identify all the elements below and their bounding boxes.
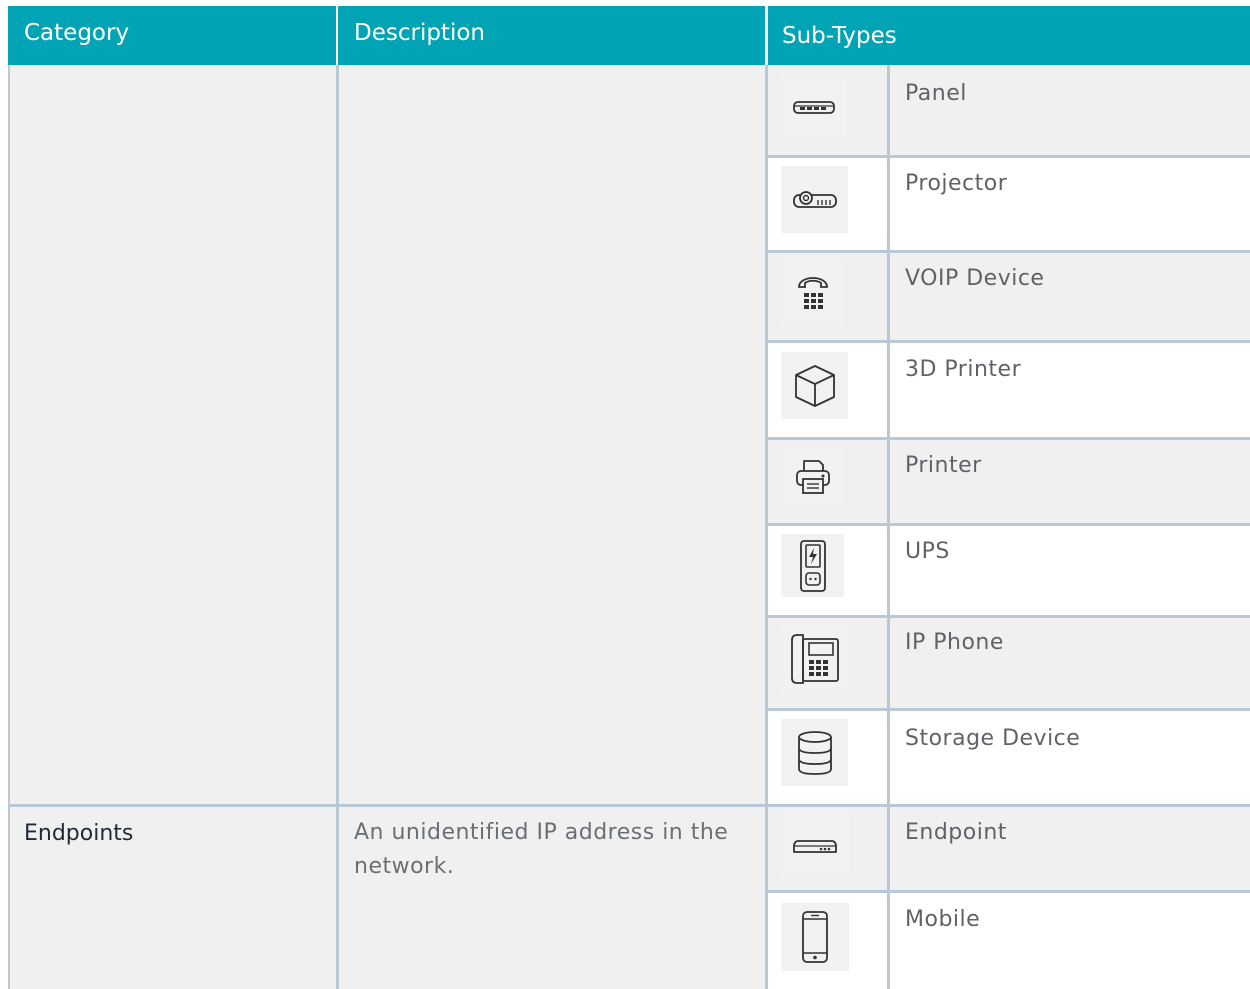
voip-phone-icon bbox=[781, 262, 844, 325]
ups-battery-icon bbox=[781, 534, 844, 597]
subtype-label-printer: Printer bbox=[905, 453, 982, 478]
column-divider bbox=[8, 65, 10, 989]
printer-icon bbox=[781, 448, 844, 505]
subtype-label-ip-phone: IP Phone bbox=[905, 630, 1004, 655]
row1-description-cell bbox=[338, 65, 765, 804]
header-description-label: Description bbox=[354, 20, 485, 46]
subtype-label-storage-device: Storage Device bbox=[905, 726, 1081, 751]
column-divider bbox=[336, 65, 339, 989]
subtype-label-panel: Panel bbox=[905, 81, 967, 106]
subtype-label-projector: Projector bbox=[905, 171, 1008, 196]
device-category-table: Category Description Sub-Types Panel Pro… bbox=[8, 6, 1250, 989]
ip-phone-icon bbox=[781, 626, 848, 692]
header-description: Description bbox=[338, 6, 765, 65]
row-divider bbox=[768, 340, 1250, 343]
row-divider bbox=[768, 437, 1250, 440]
subtype-label-endpoint: Endpoint bbox=[905, 820, 1007, 845]
subtype-label-mobile: Mobile bbox=[905, 907, 981, 932]
row-divider bbox=[768, 615, 1250, 618]
projector-icon bbox=[781, 166, 848, 233]
subtype-label-3d-printer: 3D Printer bbox=[905, 357, 1022, 382]
database-storage-icon bbox=[781, 719, 848, 786]
endpoint-device-icon bbox=[781, 814, 849, 875]
row2-category-label: Endpoints bbox=[24, 821, 134, 846]
column-divider bbox=[765, 65, 768, 989]
row-divider bbox=[768, 250, 1250, 253]
mobile-phone-icon bbox=[781, 903, 849, 971]
subtype-label-voip-device: VOIP Device bbox=[905, 266, 1045, 291]
row-divider bbox=[768, 708, 1250, 711]
header-subtypes: Sub-Types bbox=[768, 6, 1250, 65]
row-divider bbox=[8, 804, 1250, 807]
row1-category-cell bbox=[8, 65, 336, 804]
row-divider bbox=[768, 155, 1250, 158]
row2-description-cell: An unidentified IP address in the networ… bbox=[338, 807, 765, 989]
header-subtypes-label: Sub-Types bbox=[782, 23, 897, 49]
column-divider bbox=[887, 65, 890, 989]
subtype-label-ups: UPS bbox=[905, 539, 950, 564]
header-category-label: Category bbox=[24, 20, 130, 46]
3d-cube-icon bbox=[781, 352, 848, 419]
row2-category-cell: Endpoints bbox=[8, 807, 336, 989]
panel-switch-icon bbox=[781, 77, 846, 136]
row2-description-text: An unidentified IP address in the networ… bbox=[354, 820, 729, 879]
row-divider bbox=[768, 890, 1250, 893]
row-divider bbox=[768, 523, 1250, 526]
header-category: Category bbox=[8, 6, 336, 65]
